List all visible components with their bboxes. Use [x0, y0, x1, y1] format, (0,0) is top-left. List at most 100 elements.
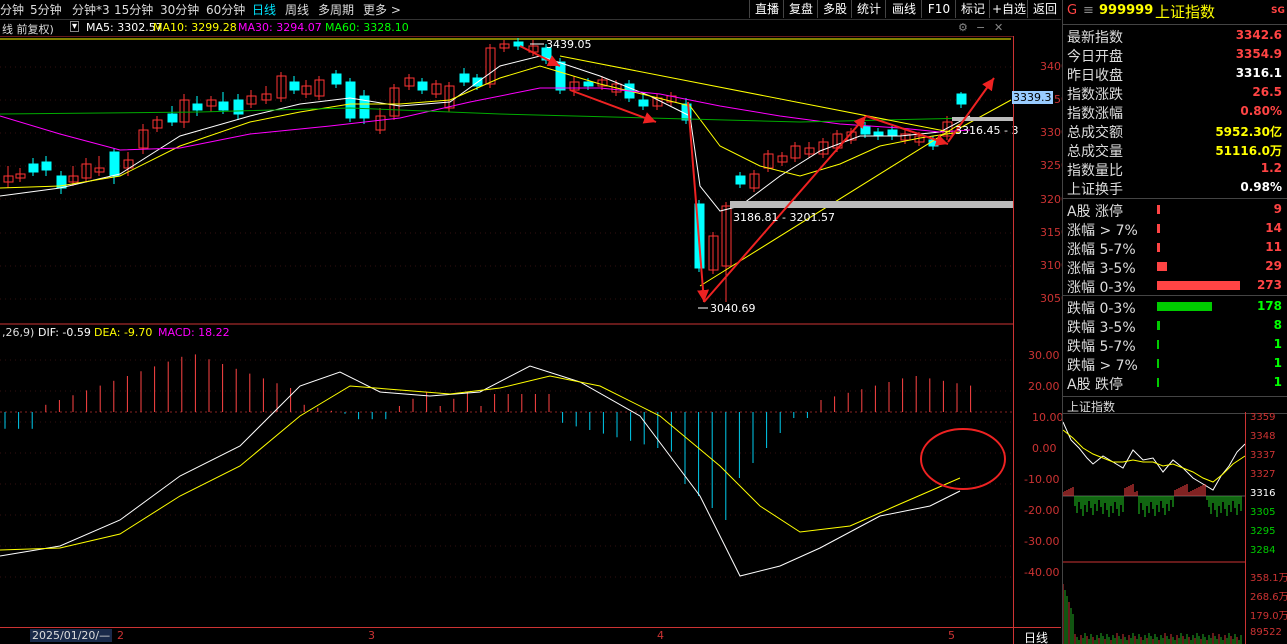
stat-label: 最新指数: [1067, 30, 1123, 46]
breadth-label: 涨幅 3-5%: [1067, 261, 1136, 277]
draw-line-button[interactable]: 画线: [885, 0, 922, 18]
add-watchlist-button[interactable]: +自选: [989, 0, 1028, 18]
breadth-row[interactable]: 跌幅 3-5% 8: [1063, 316, 1287, 336]
period-15min[interactable]: 15分钟: [114, 1, 153, 18]
period-more[interactable]: 更多 >: [363, 1, 401, 18]
live-button[interactable]: 直播: [749, 0, 784, 18]
back-button[interactable]: 返回: [1027, 0, 1062, 18]
dea-value: DEA: -9.70: [94, 326, 153, 339]
mini-axis: 3359 3348 3337 3327 3316 3305 3295 3284 …: [1245, 412, 1287, 644]
breadth-count: 8: [1273, 318, 1282, 332]
stat-row: 今日开盘 3354.9: [1063, 45, 1287, 65]
stat-value: 3354.9: [1235, 47, 1282, 61]
dropdown-icon[interactable]: ▾: [70, 21, 80, 32]
candle: [345, 81, 356, 119]
macd-tick: -40.00: [1024, 566, 1060, 579]
candle: [41, 161, 52, 171]
mark-label: 3316.45 - 3: [955, 124, 1018, 137]
vol-y-tick: 358.1万: [1250, 573, 1287, 584]
mini-y-tick: 3295: [1250, 526, 1276, 537]
mini-y-tick: 3327: [1250, 469, 1276, 480]
period-3x[interactable]: 分钟*3: [72, 1, 110, 18]
month-mark: 3: [368, 629, 375, 642]
candle: [956, 93, 967, 105]
macd-params: ,26,9): [2, 326, 35, 339]
candle: [218, 101, 229, 111]
period-toolbar: 分钟 5分钟 分钟*3 15分钟 30分钟 60分钟 日线 周线 多周期 更多 …: [0, 0, 1061, 20]
month-mark: 4: [657, 629, 664, 642]
stat-value: 3342.6: [1235, 28, 1282, 42]
breadth-row[interactable]: 跌幅 0-3% 178: [1063, 297, 1287, 317]
macd-legend: ,26,9) DIF: -0.59 DEA: -9.70 MACD: 18.22: [0, 326, 300, 341]
settings-icon[interactable]: ⚙: [958, 21, 968, 34]
mini-y-tick: 3316: [1250, 488, 1276, 499]
breadth-row[interactable]: 涨幅 3-5% 29: [1063, 257, 1287, 277]
breadth-row[interactable]: 涨幅 > 7% 14: [1063, 219, 1287, 239]
stat-row: 总成交量 51116.0万: [1063, 140, 1287, 160]
breadth-row[interactable]: A股 跌停 1: [1063, 373, 1287, 393]
ma30-value: MA30: 3294.07: [238, 21, 322, 34]
date-axis: 2025/01/20/— 2 3 4 5 日线: [0, 627, 1061, 644]
vol-y-tick: 179.0万: [1250, 611, 1287, 622]
candle: [638, 99, 649, 107]
breadth-row[interactable]: 涨幅 0-3% 273: [1063, 276, 1287, 296]
breadth-bar: [1157, 378, 1159, 387]
breadth-row[interactable]: 跌幅 > 7% 1: [1063, 354, 1287, 374]
mark-button[interactable]: 标记: [955, 0, 990, 18]
price-axis: 3400 3350 3300 3250 3200 3150 3100 3050 …: [1012, 36, 1068, 644]
replay-button[interactable]: 复盘: [783, 0, 818, 18]
macd-tick: 0.00: [1032, 442, 1057, 455]
stat-value: 0.80%: [1240, 104, 1282, 118]
period-60min[interactable]: 60分钟: [206, 1, 245, 18]
breadth-label: 涨幅 0-3%: [1067, 280, 1136, 296]
mini-y-tick: 3305: [1250, 507, 1276, 518]
breadth-bar: [1157, 262, 1167, 271]
candle: [459, 73, 470, 83]
stat-label: 昨日收盘: [1067, 68, 1123, 84]
stat-row: 昨日收盘 3316.1: [1063, 64, 1287, 84]
macd-tick: 10.00: [1032, 411, 1064, 424]
stat-label: 指数量比: [1067, 163, 1123, 179]
breadth-bar: [1157, 243, 1160, 252]
breadth-bar: [1157, 205, 1160, 214]
menu-icon[interactable]: ≡: [1083, 3, 1094, 18]
macd-value: MACD: 18.22: [158, 326, 230, 339]
period-daily[interactable]: 日线: [252, 1, 276, 18]
date-start: 2025/01/20/—: [30, 629, 113, 642]
breadth-bar: [1157, 281, 1240, 290]
period-multi[interactable]: 多周期: [318, 1, 354, 18]
f10-button[interactable]: F10: [921, 0, 956, 18]
period-weekly[interactable]: 周线: [285, 1, 309, 18]
breadth-count: 273: [1256, 278, 1282, 292]
period-1min[interactable]: 分钟: [0, 1, 24, 18]
stat-label: 指数涨幅: [1067, 106, 1123, 122]
candle: [359, 95, 370, 119]
sg-tag: SG: [1271, 6, 1285, 16]
breadth-row[interactable]: 涨幅 5-7% 11: [1063, 238, 1287, 258]
breadth-row[interactable]: A股 涨停 9: [1063, 200, 1287, 220]
candle: [167, 113, 178, 123]
mini-y-tick: 3337: [1250, 450, 1276, 461]
breadth-count: 9: [1273, 202, 1282, 216]
close-icon[interactable]: ✕: [994, 21, 1003, 34]
mini-price-line: [1063, 421, 1246, 491]
vol-y-tick: 268.6万: [1250, 592, 1287, 603]
stat-row: 指数涨幅 0.80%: [1063, 102, 1287, 122]
multi-stock-button[interactable]: 多股: [817, 0, 852, 18]
period-30min[interactable]: 30分钟: [160, 1, 199, 18]
candle: [887, 129, 898, 137]
breadth-label: A股 跌停: [1067, 377, 1124, 393]
period-5min[interactable]: 5分钟: [30, 1, 62, 18]
breadth-label: A股 涨停: [1067, 204, 1124, 220]
stats-button[interactable]: 统计: [851, 0, 886, 18]
breadth-row[interactable]: 跌幅 5-7% 1: [1063, 335, 1287, 355]
candle: [417, 81, 428, 91]
minimize-icon[interactable]: −: [976, 21, 985, 34]
vol-y-tick: 89522: [1250, 627, 1282, 638]
breadth-label: 跌幅 3-5%: [1067, 320, 1136, 336]
stat-value: 0.98%: [1240, 180, 1282, 194]
ma-legend: 线 前复权) ▾ MA5: 3302.57 MA10: 3299.28 MA30…: [0, 20, 1013, 36]
candle: [289, 81, 300, 91]
stat-row: 指数量比 1.2: [1063, 159, 1287, 179]
breadth-bar: [1157, 224, 1160, 233]
